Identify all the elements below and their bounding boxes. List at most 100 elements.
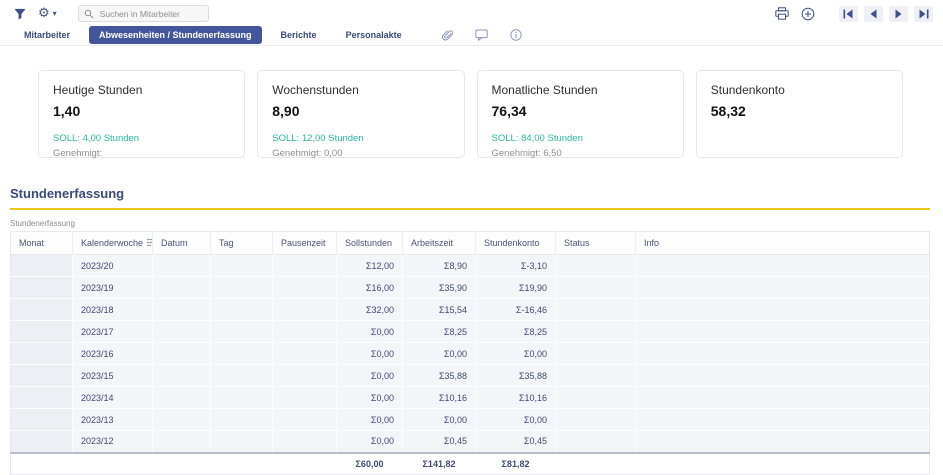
paperclip-icon[interactable] xyxy=(441,29,453,41)
total-cell-tag xyxy=(211,453,273,475)
total-stundenkonto: Σ81,82 xyxy=(476,453,556,475)
cell-datum xyxy=(153,255,211,277)
cell-status xyxy=(556,321,636,343)
stundenerfassung-table: Monat Kalenderwoche Datum Tag Pausenzeit… xyxy=(10,231,930,475)
cell-datum xyxy=(153,409,211,431)
cell-monat xyxy=(11,277,73,299)
column-header-stundenkonto[interactable]: Stundenkonto xyxy=(476,232,556,255)
column-filter-icon[interactable] xyxy=(147,238,152,247)
cell-pausenzeit xyxy=(273,431,337,453)
cell-info xyxy=(636,365,930,387)
search-input[interactable] xyxy=(98,8,203,20)
cell-info xyxy=(636,255,930,277)
table-row[interactable]: 2023/17Σ0,00Σ8,25Σ8,25 xyxy=(11,321,930,343)
column-header-datum[interactable]: Datum xyxy=(153,232,211,255)
table-row[interactable]: 2023/13Σ0,00Σ0,00Σ0,00 xyxy=(11,409,930,431)
nav-last-button[interactable] xyxy=(914,6,933,22)
table-row[interactable]: 2023/16Σ0,00Σ0,00Σ0,00 xyxy=(11,343,930,365)
cell-tag xyxy=(211,409,273,431)
cell-datum xyxy=(153,277,211,299)
table-row[interactable]: 2023/12Σ0,00Σ0,45Σ0,45 xyxy=(11,431,930,453)
card-soll: SOLL: 84,00 Stunden xyxy=(492,133,669,144)
cell-tag xyxy=(211,321,273,343)
cell-sollstunden: Σ0,00 xyxy=(337,365,403,387)
table-row[interactable]: 2023/15Σ0,00Σ35,88Σ35,88 xyxy=(11,365,930,387)
total-cell-datum xyxy=(153,453,211,475)
cell-sollstunden: Σ0,00 xyxy=(337,321,403,343)
cell-monat xyxy=(11,255,73,277)
info-icon[interactable] xyxy=(510,29,522,41)
total-arbeitszeit: Σ141,82 xyxy=(403,453,476,475)
table-row[interactable]: 2023/19 Σ16,00Σ35,90Σ19,90 xyxy=(11,277,930,299)
nav-next-button[interactable] xyxy=(889,6,908,22)
gear-icon[interactable]: ⚙ xyxy=(38,7,50,20)
cell-datum xyxy=(153,343,211,365)
card-title: Stundenkonto xyxy=(711,83,888,97)
grid-label: Stundenerfassung xyxy=(10,219,943,228)
column-header-info[interactable]: Info xyxy=(636,232,930,255)
column-header-status[interactable]: Status xyxy=(556,232,636,255)
cell-sollstunden: Σ12,00 xyxy=(337,255,403,277)
column-header-sollstunden[interactable]: Sollstunden xyxy=(337,232,403,255)
add-icon[interactable] xyxy=(801,7,815,21)
cell-stundenkonto: Σ19,90 xyxy=(476,277,556,299)
cell-datum xyxy=(153,299,211,321)
table-row[interactable]: 2023/20Σ12,00Σ8,90Σ-3,10 xyxy=(11,255,930,277)
total-cell-monat xyxy=(11,453,73,475)
cell-sollstunden: Σ32,00 xyxy=(337,299,403,321)
cell-status xyxy=(556,431,636,453)
tab-bar-icons xyxy=(430,29,533,41)
column-header-pausenzeit[interactable]: Pausenzeit xyxy=(273,232,337,255)
tab-berichte[interactable]: Berichte xyxy=(271,26,327,44)
cell-sollstunden: Σ0,00 xyxy=(337,387,403,409)
cell-kalenderwoche: 2023/19 xyxy=(73,277,153,299)
total-sollstunden: Σ60,00 xyxy=(337,453,403,475)
cell-stundenkonto: Σ0,00 xyxy=(476,343,556,365)
card-soll: SOLL: 4,00 Stunden xyxy=(53,133,230,144)
cell-tag xyxy=(211,431,273,453)
settings-menu[interactable]: ⚙ ▾ xyxy=(38,7,57,20)
cell-status xyxy=(556,277,636,299)
table-row[interactable]: 2023/18Σ32,00Σ15,54Σ-16,46 xyxy=(11,299,930,321)
column-header-monat[interactable]: Monat xyxy=(11,232,73,255)
cell-monat xyxy=(11,321,73,343)
tab-abwesenheiten-stundenerfassung[interactable]: Abwesenheiten / Stundenerfassung xyxy=(89,26,262,44)
print-icon[interactable] xyxy=(775,7,789,20)
cell-kalenderwoche: 2023/12 xyxy=(73,431,153,453)
cell-pausenzeit xyxy=(273,277,337,299)
cell-status xyxy=(556,409,636,431)
table-totals-row: Σ60,00 Σ141,82 Σ81,82 xyxy=(11,453,930,475)
cell-info xyxy=(636,321,930,343)
tab-mitarbeiter[interactable]: Mitarbeiter xyxy=(14,26,80,44)
cell-monat xyxy=(11,387,73,409)
column-header-kalenderwoche[interactable]: Kalenderwoche xyxy=(73,232,153,255)
cell-kalenderwoche: 2023/13 xyxy=(73,409,153,431)
cell-info xyxy=(636,277,930,299)
cell-status xyxy=(556,255,636,277)
cell-status xyxy=(556,299,636,321)
search-box[interactable] xyxy=(78,5,209,22)
card-title: Monatliche Stunden xyxy=(492,83,669,97)
column-header-arbeitszeit[interactable]: Arbeitszeit xyxy=(403,232,476,255)
cell-tag xyxy=(211,299,273,321)
column-header-tag[interactable]: Tag xyxy=(211,232,273,255)
card-monatliche-stunden: Monatliche Stunden 76,34 SOLL: 84,00 Stu… xyxy=(477,70,684,158)
filter-icon[interactable] xyxy=(14,8,26,20)
cell-pausenzeit xyxy=(273,255,337,277)
cell-monat xyxy=(11,343,73,365)
cell-sollstunden: Σ16,00 xyxy=(337,277,403,299)
cell-pausenzeit xyxy=(273,409,337,431)
tab-personalakte[interactable]: Personalakte xyxy=(336,26,412,44)
cell-info xyxy=(636,387,930,409)
cell-arbeitszeit: Σ35,90 xyxy=(403,277,476,299)
cell-sollstunden: Σ0,00 xyxy=(337,409,403,431)
nav-first-button[interactable] xyxy=(839,6,858,22)
cell-arbeitszeit: Σ10,16 xyxy=(403,387,476,409)
cell-tag xyxy=(211,255,273,277)
cell-info xyxy=(636,299,930,321)
nav-prev-button[interactable] xyxy=(864,6,883,22)
table-row[interactable]: 2023/14Σ0,00Σ10,16Σ10,16 xyxy=(11,387,930,409)
comment-icon[interactable] xyxy=(475,29,488,41)
record-navigation xyxy=(833,6,933,22)
cell-monat xyxy=(11,409,73,431)
